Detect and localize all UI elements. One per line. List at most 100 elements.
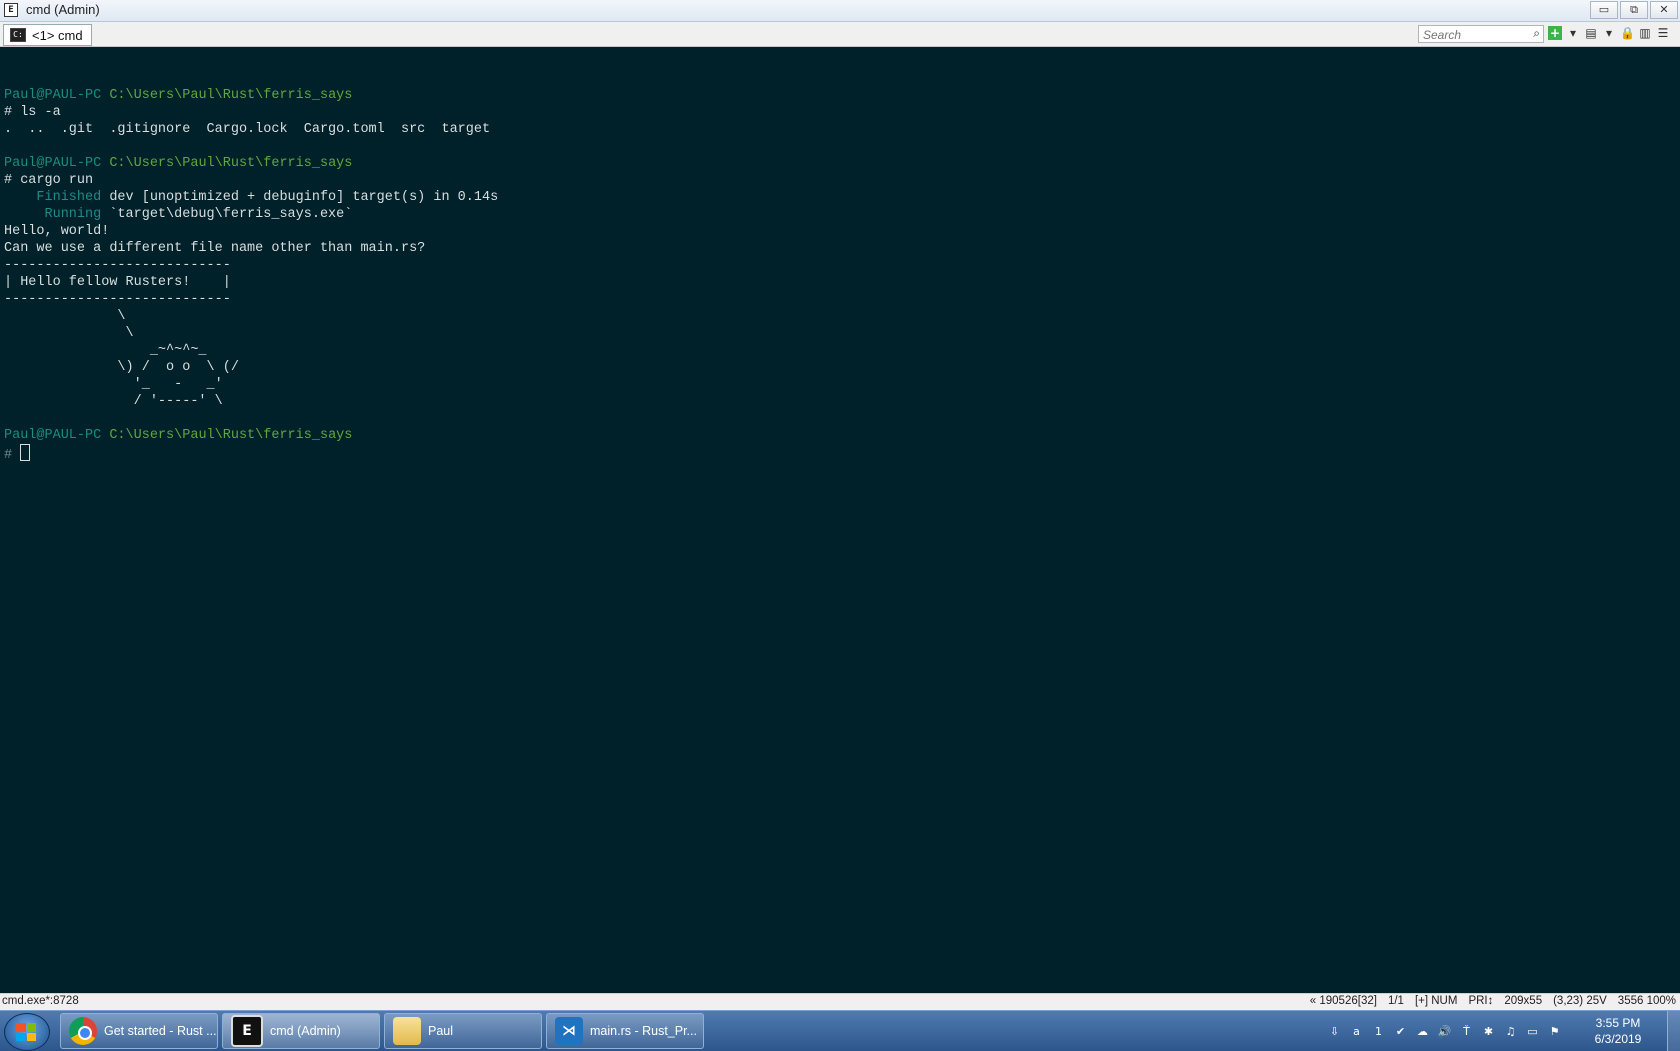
tab-cmd[interactable]: C: <1> cmd: [3, 24, 92, 46]
console-text: # ls -a: [4, 105, 61, 120]
tab-bar: C: <1> cmd ⌕ + ▾ ▤ ▾ 🔒 ▥ ☰: [0, 22, 1680, 47]
show-desktop-button[interactable]: [1667, 1011, 1680, 1051]
console-text: `target\debug\ferris_says.exe`: [101, 207, 353, 222]
console-line: \) / o o \ (/: [4, 359, 498, 376]
console-line: Finished dev [unoptimized + debuginfo] t…: [4, 189, 498, 206]
new-console-icon[interactable]: +: [1548, 26, 1562, 40]
taskbar-item-label: Get started - Rust ...: [104, 1024, 217, 1038]
console-line: . .. .git .gitignore Cargo.lock Cargo.to…: [4, 121, 498, 138]
tab-label: <1> cmd: [32, 27, 83, 43]
console-line: # ls -a: [4, 104, 498, 121]
network-icon[interactable]: ▭: [1524, 1023, 1541, 1040]
console-text: '_ - _': [4, 377, 223, 392]
taskbar-item-explorer[interactable]: Paul: [384, 1013, 542, 1049]
console-line: \: [4, 325, 498, 342]
clock[interactable]: 3:55 PM 6/3/2019: [1588, 1015, 1648, 1047]
console-text: C:\Users\Paul\Rust\ferris_says: [109, 88, 353, 103]
volume-icon[interactable]: ♫: [1502, 1023, 1519, 1040]
console-line: Paul@PAUL-PC C:\Users\Paul\Rust\ferris_s…: [4, 87, 498, 104]
split-view-menu-icon[interactable]: ▾: [1602, 25, 1616, 41]
close-button[interactable]: ✕: [1650, 1, 1678, 19]
status-bar: cmd.exe*:8728 « 190526[32] 1/1 [+] NUM P…: [0, 993, 1680, 1011]
console-output[interactable]: Paul@PAUL-PC C:\Users\Paul\Rust\ferris_s…: [0, 47, 1680, 992]
status-field[interactable]: 209x55: [1504, 995, 1542, 1007]
console-line: ----------------------------: [4, 291, 498, 308]
taskbar-item-chrome[interactable]: Get started - Rust ...: [60, 1013, 218, 1049]
input-method-icon[interactable]: Ť: [1458, 1023, 1475, 1040]
split-view-icon[interactable]: ▤: [1584, 25, 1598, 41]
speaker-app-icon[interactable]: 🔊: [1436, 1023, 1453, 1040]
window-title: cmd (Admin): [26, 2, 100, 17]
lock-icon[interactable]: 🔒: [1620, 25, 1635, 41]
menu-icon[interactable]: ☰: [1656, 25, 1670, 41]
keyboard-a-icon[interactable]: a: [1348, 1023, 1365, 1040]
text-cursor: [20, 444, 31, 461]
window-controls: ▭ ⧉ ✕: [1590, 1, 1678, 19]
status-process: cmd.exe*:8728: [2, 995, 79, 1007]
console-line: | Hello fellow Rusters! |: [4, 274, 498, 291]
console-line: \: [4, 308, 498, 325]
search-input[interactable]: [1419, 27, 1527, 43]
status-field[interactable]: [+] NUM: [1415, 995, 1458, 1007]
windows-start-icon[interactable]: [4, 1013, 50, 1051]
console-text: ----------------------------: [4, 292, 231, 307]
restore-button[interactable]: ⧉: [1620, 1, 1648, 19]
status-field[interactable]: PRI↕: [1468, 995, 1493, 1007]
console-text: Paul@PAUL-PC: [4, 428, 110, 443]
console-text: #: [4, 448, 21, 463]
clock-time: 3:55 PM: [1595, 1016, 1641, 1030]
bluetooth-icon[interactable]: ✱: [1480, 1023, 1497, 1040]
action-center-flag-icon[interactable]: ⚑: [1546, 1023, 1563, 1040]
folder-icon: [393, 1017, 421, 1045]
status-field[interactable]: 3556 100%: [1618, 995, 1676, 1007]
console-text: Can we use a different file name other t…: [4, 241, 426, 256]
console-text: / '-----' \: [4, 394, 223, 409]
console-line: ----------------------------: [4, 257, 498, 274]
console-text: Paul@PAUL-PC: [4, 156, 110, 171]
taskbar-item-label: main.rs - Rust_Pr...: [590, 1024, 697, 1038]
console-text: | Hello fellow Rusters! |: [4, 275, 231, 290]
console-text: Finished: [4, 190, 102, 205]
status-field[interactable]: (3,23) 25V: [1553, 995, 1607, 1007]
minimize-button[interactable]: ▭: [1590, 1, 1618, 19]
clock-date: 6/3/2019: [1594, 1032, 1642, 1046]
console-text: \) / o o \ (/: [4, 360, 239, 375]
status-field[interactable]: « 190526[32]: [1310, 995, 1377, 1007]
console-text: C:\Users\Paul\Rust\ferris_says: [109, 156, 353, 171]
console-text: \: [4, 326, 134, 341]
console-lines: Paul@PAUL-PC C:\Users\Paul\Rust\ferris_s…: [4, 70, 498, 463]
download-icon[interactable]: ⇩: [1326, 1023, 1343, 1040]
chrome-icon: [69, 1017, 97, 1045]
console-line: Can we use a different file name other t…: [4, 240, 498, 257]
console-text: C:\Users\Paul\Rust\ferris_says: [109, 428, 353, 443]
console-line: # cargo run: [4, 172, 498, 189]
console-line: Hello, world!: [4, 223, 498, 240]
console-text: dev [unoptimized + debuginfo] target(s) …: [101, 190, 499, 205]
console-tab-icon: C:: [10, 28, 26, 42]
console-line: Paul@PAUL-PC C:\Users\Paul\Rust\ferris_s…: [4, 427, 498, 444]
title-bar: E cmd (Admin) ▭ ⧉ ✕: [0, 0, 1680, 22]
search-icon[interactable]: ⌕: [1533, 26, 1540, 41]
vscode-icon: ⋊: [555, 1017, 583, 1045]
taskbar-item-cmd[interactable]: E cmd (Admin): [222, 1013, 380, 1049]
console-text: . .. .git .gitignore Cargo.lock Cargo.to…: [4, 122, 491, 137]
console-line: #: [4, 444, 498, 463]
console-text: Hello, world!: [4, 224, 110, 239]
status-field[interactable]: 1/1: [1388, 995, 1404, 1007]
taskbar: Get started - Rust ... E cmd (Admin) Pau…: [0, 1010, 1680, 1051]
console-line: / '-----' \: [4, 393, 498, 410]
app-1-icon[interactable]: 1: [1370, 1023, 1387, 1040]
system-tray: ⇩ a 1 ✔ ☁ 🔊 Ť ✱ ♫ ▭ ⚑: [1326, 1023, 1563, 1040]
panel-icon[interactable]: ▥: [1638, 25, 1652, 41]
taskbar-item-vscode[interactable]: ⋊ main.rs - Rust_Pr...: [546, 1013, 704, 1049]
status-fields: « 190526[32] 1/1 [+] NUM PRI↕ 209x55 (3,…: [1310, 995, 1676, 1007]
cloud-icon[interactable]: ☁: [1414, 1023, 1431, 1040]
console-text: _~^~^~_: [4, 343, 207, 358]
new-console-menu-icon[interactable]: ▾: [1566, 25, 1580, 41]
check-icon[interactable]: ✔: [1392, 1023, 1409, 1040]
conemu-icon[interactable]: E: [4, 3, 18, 17]
search-box[interactable]: ⌕: [1418, 25, 1544, 43]
